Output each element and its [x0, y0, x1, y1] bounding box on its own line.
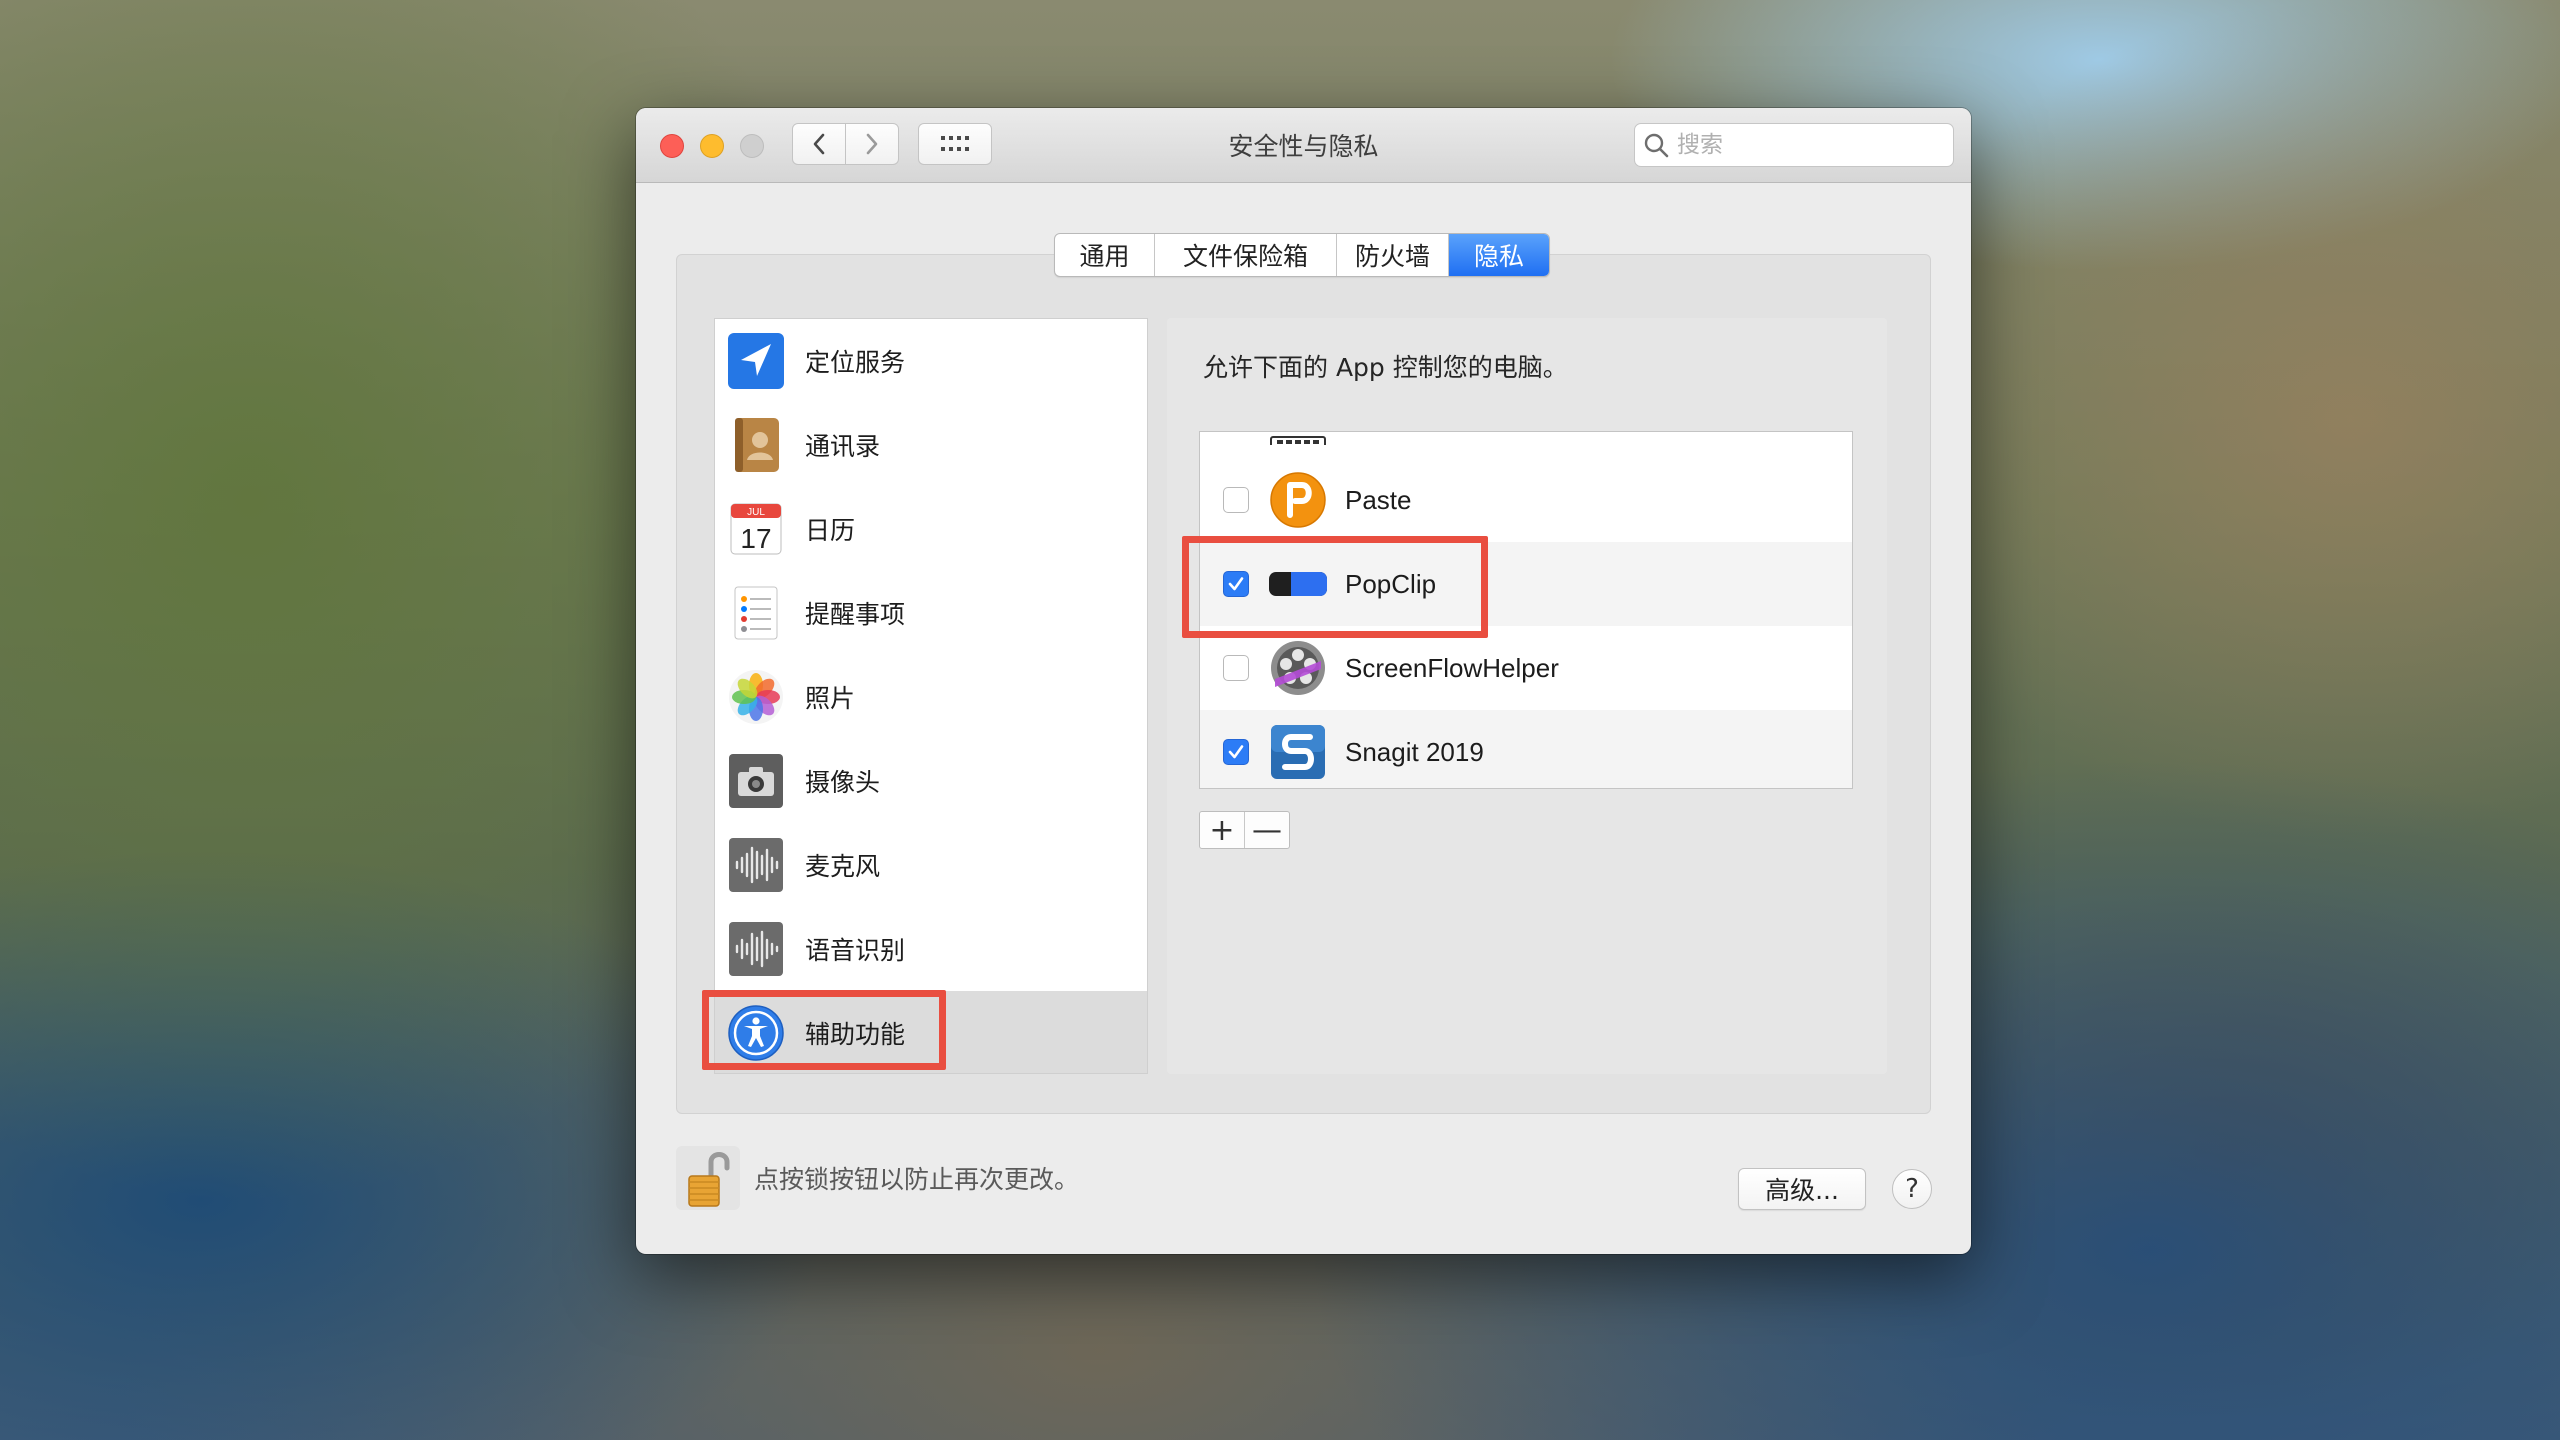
- sidebar-item-contacts[interactable]: 通讯录: [715, 403, 1147, 487]
- preferences-window: 安全性与隐私 通用 文件保险箱 防火墙 隐私 定位服务 通讯录: [636, 108, 1971, 1254]
- lock-area: 点按锁按钮以防止再次更改。: [676, 1146, 1079, 1210]
- title-bar: 安全性与隐私: [636, 108, 1971, 183]
- sidebar-item-label: 照片: [805, 684, 856, 713]
- accessibility-pane: 允许下面的 App 控制您的电脑。 Paste PopClip ScreenFl…: [1167, 318, 1887, 1074]
- speech-waveform-icon: [727, 920, 785, 978]
- camera-icon: [727, 752, 785, 810]
- list-item-screenflowhelper: ScreenFlowHelper: [1200, 626, 1852, 710]
- paste-p-icon: [1269, 471, 1327, 529]
- remove-app-button[interactable]: —: [1244, 812, 1289, 848]
- search-field[interactable]: [1634, 123, 1954, 167]
- privacy-category-list: 定位服务 通讯录 JUL 17 日历 提醒事项 照片 摄像头 麦克风 语音识别 …: [714, 318, 1148, 1074]
- list-item-partial: [1200, 432, 1852, 458]
- tab-filevault[interactable]: 文件保险箱: [1155, 234, 1337, 276]
- keyboard-strip-icon: [1269, 432, 1327, 445]
- checkmark-icon: [1228, 745, 1244, 759]
- sidebar-item-label: 通讯录: [805, 432, 881, 461]
- sidebar-item-photos[interactable]: 照片: [715, 655, 1147, 739]
- sidebar-item-label: 麦克风: [805, 852, 881, 881]
- calendar-day-text: 17: [740, 523, 771, 554]
- sidebar-item-camera[interactable]: 摄像头: [715, 739, 1147, 823]
- app-name: Snagit 2019: [1345, 736, 1484, 767]
- microphone-waveform-icon: [727, 836, 785, 894]
- sidebar-item-label: 定位服务: [805, 348, 906, 377]
- padlock-open-icon[interactable]: [676, 1146, 740, 1210]
- search-icon: [1644, 133, 1669, 158]
- calendar-month-text: JUL: [747, 507, 765, 518]
- sidebar-item-label: 日历: [805, 516, 856, 545]
- reminders-icon: [727, 584, 785, 642]
- list-item-snagit: Snagit 2019: [1200, 710, 1852, 788]
- app-name: Paste: [1345, 484, 1412, 515]
- add-remove-control: + —: [1199, 811, 1290, 849]
- contacts-book-icon: [727, 416, 785, 474]
- sidebar-item-microphone[interactable]: 麦克风: [715, 823, 1147, 907]
- screenflow-reel-icon: [1269, 639, 1327, 697]
- search-input[interactable]: [1675, 131, 1939, 159]
- tab-general[interactable]: 通用: [1055, 234, 1155, 276]
- lock-hint-text: 点按锁按钮以防止再次更改。: [754, 1165, 1080, 1194]
- sidebar-item-label: 提醒事项: [805, 600, 906, 629]
- highlight-popclip: [1182, 536, 1488, 638]
- sidebar-item-speech-recognition[interactable]: 语音识别: [715, 907, 1147, 991]
- list-item-paste: Paste: [1200, 458, 1852, 542]
- calendar-icon: JUL 17: [727, 500, 785, 558]
- photos-flower-icon: [727, 668, 785, 726]
- segmented-tabs: 通用 文件保险箱 防火墙 隐私: [1054, 233, 1550, 277]
- app-checkbox[interactable]: [1223, 655, 1249, 681]
- app-name: ScreenFlowHelper: [1345, 652, 1559, 683]
- tab-firewall[interactable]: 防火墙: [1337, 234, 1449, 276]
- sidebar-item-label: 摄像头: [805, 768, 881, 797]
- sidebar-item-label: 语音识别: [805, 936, 906, 965]
- location-arrow-icon: [727, 332, 785, 390]
- app-checkbox[interactable]: [1223, 739, 1249, 765]
- app-checkbox[interactable]: [1223, 487, 1249, 513]
- sidebar-item-calendar[interactable]: JUL 17 日历: [715, 487, 1147, 571]
- sidebar-item-reminders[interactable]: 提醒事项: [715, 571, 1147, 655]
- help-button[interactable]: ?: [1892, 1169, 1932, 1209]
- tab-privacy[interactable]: 隐私: [1449, 234, 1549, 276]
- sidebar-item-location-services[interactable]: 定位服务: [715, 319, 1147, 403]
- highlight-accessibility: [702, 990, 946, 1070]
- pane-description: 允许下面的 App 控制您的电脑。: [1203, 353, 1568, 382]
- snagit-s-icon: [1269, 723, 1327, 781]
- add-app-button[interactable]: +: [1200, 812, 1244, 848]
- advanced-button[interactable]: 高级...: [1738, 1168, 1866, 1210]
